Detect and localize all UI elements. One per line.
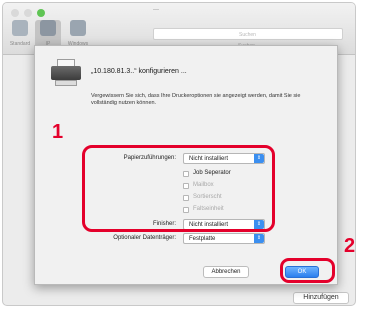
toolbar-standard-label: Standard (9, 41, 31, 47)
background-window-title: — (153, 7, 159, 13)
toolbar-standard-button[interactable]: Standard (7, 20, 33, 50)
chevron-updown-icon: ⇕ (254, 234, 264, 243)
globe-icon (40, 20, 56, 36)
cancel-button[interactable]: Abbrechen (203, 266, 249, 278)
sheet-title: „10.180.81.3..“ konfigurieren ... (91, 68, 187, 75)
optional-storage-label: Optionaler Datenträger: (113, 235, 176, 241)
printer-icon (51, 59, 81, 89)
step-number-1: 1 (52, 121, 64, 143)
search-input[interactable]: Suchen (153, 28, 343, 40)
minimize-window-icon[interactable] (24, 9, 32, 17)
options-highlight-frame (82, 145, 275, 232)
step-number-2: 2 (344, 235, 356, 257)
printer-default-icon (12, 20, 28, 36)
optional-storage-select[interactable]: Festplatte ⇕ (183, 233, 265, 244)
add-button[interactable]: Hinzufügen (293, 292, 349, 304)
ok-highlight-frame (280, 258, 335, 283)
optional-storage-value: Festplatte (189, 236, 216, 242)
sheet-description: Vergewissern Sie sich, dass Ihre Drucker… (91, 93, 301, 106)
close-window-icon[interactable] (11, 9, 19, 17)
windows-printer-icon (70, 20, 86, 36)
zoom-window-icon[interactable] (37, 9, 45, 17)
